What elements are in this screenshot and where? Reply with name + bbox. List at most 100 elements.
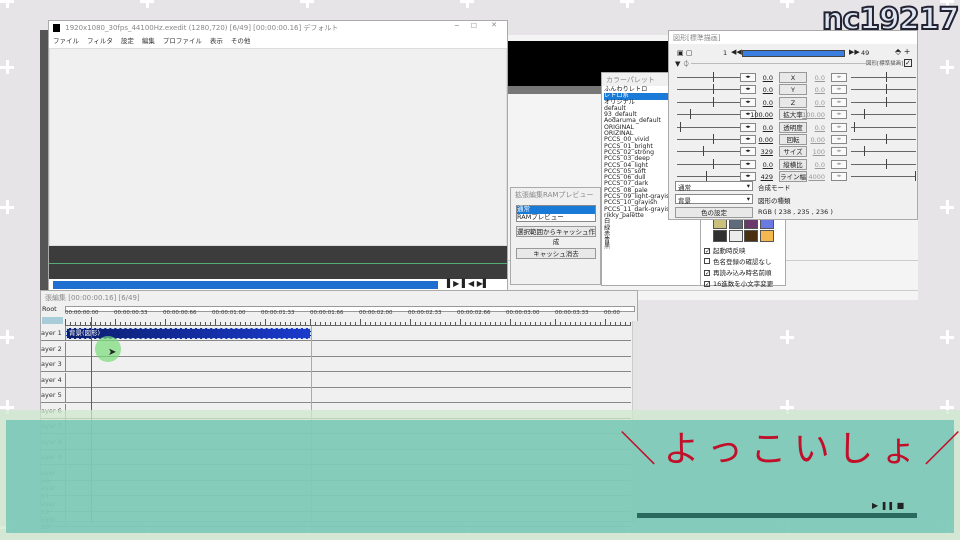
param-value-start[interactable]: 100.00: [745, 111, 773, 119]
frame-slider[interactable]: [742, 50, 845, 57]
time-ruler[interactable]: 00:00:00.00 00:00:00.33 00:00:00.66 00:00:0…: [65, 310, 631, 326]
filter-enable-checkbox[interactable]: ✓: [904, 59, 912, 67]
layer-label[interactable]: ayer 5: [41, 388, 65, 399]
plus-decoration: [620, 0, 634, 8]
param-stepper-right[interactable]: ◂▸: [831, 172, 847, 182]
param-value-start[interactable]: 0.0: [745, 86, 773, 94]
param-value-end[interactable]: 100: [797, 148, 825, 156]
color-swatch[interactable]: [728, 230, 743, 242]
close-button[interactable]: ✕: [491, 21, 497, 29]
param-slider-right[interactable]: [851, 158, 916, 169]
plus-decoration: [0, 0, 14, 8]
playback-buttons[interactable]: ▌▶ ▌◀ ▶▌: [447, 279, 489, 288]
param-slider-right[interactable]: [851, 96, 916, 107]
param-slider-left[interactable]: [677, 171, 742, 182]
param-slider-left[interactable]: [677, 121, 742, 132]
param-value-start[interactable]: 0.0: [745, 161, 773, 169]
menu-profile[interactable]: プロファイル: [163, 37, 202, 45]
param-stepper-right[interactable]: ◂▸: [831, 73, 847, 82]
option-checkbox[interactable]: 色名登録の確認なし: [704, 256, 773, 267]
param-value-start[interactable]: 0.0: [745, 74, 773, 82]
param-stepper-right[interactable]: ◂▸: [831, 159, 847, 169]
param-value-end[interactable]: 100.00: [797, 111, 825, 119]
menu-edit[interactable]: 編集: [142, 37, 155, 45]
menu-file[interactable]: ファイル: [53, 37, 79, 45]
prev-frame-button[interactable]: ◀◀: [731, 48, 742, 56]
maximize-button[interactable]: ☐: [471, 22, 477, 30]
param-slider-left[interactable]: [677, 96, 742, 107]
layer-label[interactable]: ayer 4: [41, 373, 65, 384]
param-slider-left[interactable]: [677, 158, 742, 169]
option-checkbox[interactable]: ✓ 16進数を小文字変更: [704, 278, 773, 289]
color-swatch[interactable]: [713, 230, 727, 242]
clear-cache-button[interactable]: キャッシュ消去: [516, 248, 596, 259]
root-label[interactable]: Root: [42, 305, 57, 313]
param-stepper-right[interactable]: ◂▸: [831, 135, 847, 144]
layer-row[interactable]: ayer 5: [41, 388, 631, 403]
param-slider-left[interactable]: [677, 72, 742, 82]
param-value-start[interactable]: 0.0: [745, 124, 773, 132]
menu-filter[interactable]: フィルタ: [87, 37, 113, 45]
layer-row[interactable]: ayer 3: [41, 357, 631, 372]
menu-settings[interactable]: 設定: [121, 37, 134, 45]
menu-other[interactable]: その他: [231, 37, 251, 45]
param-stepper-right[interactable]: ◂▸: [831, 122, 847, 132]
create-cache-button[interactable]: 選択範囲からキャッシュ作成: [516, 226, 596, 246]
frame-end: 49: [861, 49, 870, 57]
param-slider-right[interactable]: [851, 121, 916, 132]
seek-bar[interactable]: [53, 281, 438, 289]
next-frame-button[interactable]: ▶▶: [849, 48, 860, 56]
shape-type-select[interactable]: 背景 ▾: [675, 194, 753, 205]
param-stepper-right[interactable]: ◂▸: [831, 147, 847, 157]
add-filter-button[interactable]: ⬘ +: [895, 47, 910, 56]
player-controls[interactable]: ▶ ❚❚ ■: [872, 501, 904, 510]
menu-view[interactable]: 表示: [210, 37, 223, 45]
plus-decoration: [140, 0, 154, 8]
param-value-end[interactable]: 0.0: [797, 86, 825, 94]
blend-mode-select[interactable]: 通常 ▾: [675, 181, 753, 192]
object-toolbar-icons[interactable]: ▣ ▢: [677, 49, 692, 57]
param-slider-left[interactable]: [677, 146, 742, 157]
ruler-label: 00:00:02.00: [359, 310, 393, 316]
param-slider-left[interactable]: [677, 134, 742, 144]
param-value-start[interactable]: 0.0: [745, 99, 773, 107]
plus-decoration: [780, 330, 794, 344]
collapse-icon[interactable]: ▼ ⏀: [675, 59, 690, 69]
param-value-start[interactable]: 429: [745, 173, 773, 181]
param-value-end[interactable]: 0.0: [797, 124, 825, 132]
param-slider-right[interactable]: [851, 109, 916, 120]
param-value-end[interactable]: 4000: [797, 173, 825, 181]
param-slider-right[interactable]: [851, 72, 916, 82]
layer-label[interactable]: ayer 3: [41, 357, 65, 368]
param-value-end[interactable]: 0.0: [797, 99, 825, 107]
ram-option-ram[interactable]: RAMプレビュー: [517, 213, 595, 222]
option-checkbox[interactable]: ✓ 再読み込み時名前順: [704, 267, 773, 278]
param-stepper-right[interactable]: ◂▸: [831, 85, 847, 95]
ram-mode-list[interactable]: 通常 RAMプレビュー: [516, 205, 596, 222]
layer-label[interactable]: ayer 1: [41, 326, 65, 337]
param-stepper-right[interactable]: ◂▸: [831, 97, 847, 107]
param-slider-right[interactable]: [851, 134, 916, 144]
ruler-label: 00:00:01.66: [310, 310, 344, 316]
param-value-end[interactable]: 0.00: [797, 136, 825, 144]
param-slider-right[interactable]: [851, 84, 916, 95]
layer-row[interactable]: ayer 2: [41, 341, 631, 357]
param-value-start[interactable]: 0.00: [745, 136, 773, 144]
param-slider-left[interactable]: [677, 109, 742, 120]
param-value-start[interactable]: 329: [745, 148, 773, 156]
mouse-cursor-icon: ➤: [108, 347, 117, 358]
param-slider-right[interactable]: [851, 146, 916, 157]
minimize-button[interactable]: ─: [455, 22, 459, 30]
color-swatch[interactable]: [759, 230, 774, 242]
layer-row[interactable]: ayer 4: [41, 372, 631, 388]
param-slider-right[interactable]: [851, 171, 916, 182]
palette-item[interactable]: 黒: [604, 244, 698, 251]
param-value-end[interactable]: 0.0: [797, 161, 825, 169]
color-settings-button[interactable]: 色の設定: [675, 207, 753, 218]
option-checkbox[interactable]: ✓ 起動時反映: [704, 245, 773, 256]
param-stepper-right[interactable]: ◂▸: [831, 110, 847, 120]
param-slider-left[interactable]: [677, 84, 742, 95]
color-swatch[interactable]: [744, 230, 758, 242]
layer-label[interactable]: ayer 2: [41, 342, 65, 353]
param-value-end[interactable]: 0.0: [797, 74, 825, 82]
